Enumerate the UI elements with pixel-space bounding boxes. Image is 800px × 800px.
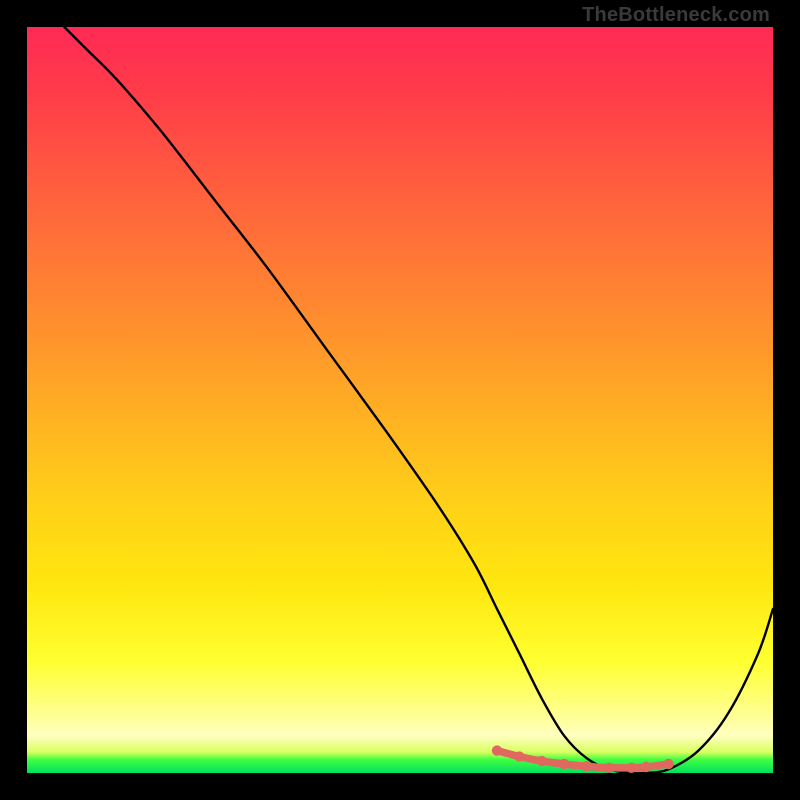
optimal-range-dot [626,763,636,773]
bottleneck-curve [64,27,773,773]
optimal-range-dot [663,759,673,769]
optimal-range-dot [581,761,591,771]
optimal-range-dot [492,745,502,755]
optimal-range-dot [514,751,524,761]
attribution-text: TheBottleneck.com [582,4,770,27]
plot-area [27,27,773,773]
chart-frame: TheBottleneck.com [0,0,800,800]
optimal-range-dot [559,759,569,769]
optimal-range-dot [604,763,614,773]
optimal-range-dot [641,762,651,772]
optimal-range-dots [492,745,674,773]
chart-svg [27,27,773,773]
optimal-range-dot [537,756,547,766]
